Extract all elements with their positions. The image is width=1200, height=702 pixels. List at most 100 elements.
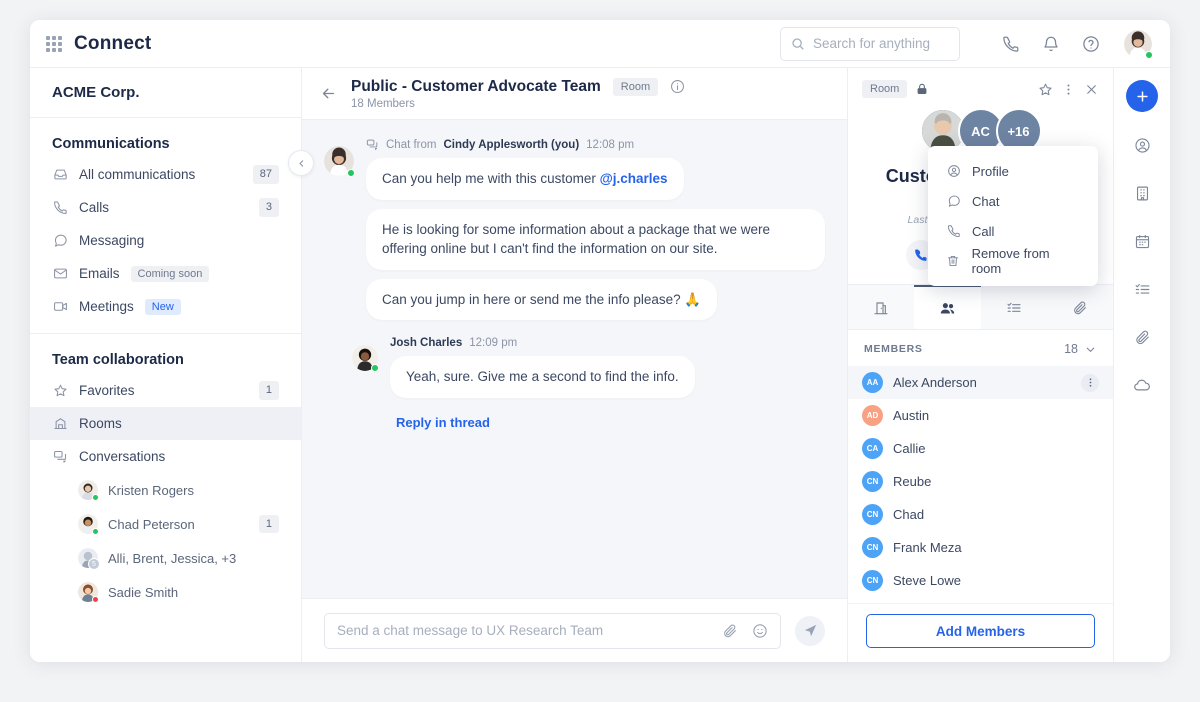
status-dot: [1145, 50, 1153, 59]
member-name: Reube: [893, 474, 932, 489]
menu-item-call[interactable]: Call: [928, 216, 1098, 246]
conversations-icon: [52, 449, 68, 464]
chevron-down-icon[interactable]: [1084, 343, 1097, 356]
list-item[interactable]: Sadie Smith: [30, 575, 301, 609]
star-icon: [52, 383, 68, 398]
rail-add-button[interactable]: [1126, 80, 1158, 112]
mention-link[interactable]: @j.charles: [600, 171, 668, 186]
close-icon[interactable]: [1084, 82, 1099, 97]
add-members-button[interactable]: Add Members: [866, 614, 1095, 648]
reply-in-thread-link[interactable]: Reply in thread: [396, 415, 825, 430]
user-avatar[interactable]: [1124, 29, 1153, 59]
message-prefix: Chat from: [386, 138, 437, 151]
avatar-initials: CA: [862, 438, 883, 459]
sidebar-section-communications: Communications All communications 87 Cal…: [30, 118, 301, 334]
sidebar-item-label: All communications: [79, 167, 196, 182]
envelope-icon: [52, 266, 68, 281]
sidebar-item-conversations[interactable]: Conversations: [30, 440, 301, 473]
message-author: Cindy Applesworth (you): [443, 138, 580, 151]
sidebar-item-emails[interactable]: Emails Coming soon: [30, 257, 301, 290]
list-item[interactable]: CN Reube: [848, 465, 1113, 498]
rail-files[interactable]: [1127, 322, 1157, 352]
star-icon[interactable]: [1038, 82, 1053, 97]
sidebar-collapse-button[interactable]: [288, 150, 314, 176]
rail-company[interactable]: [1127, 178, 1157, 208]
sidebar-item-rooms[interactable]: Rooms: [30, 407, 301, 440]
list-item[interactable]: CA Callie: [848, 432, 1113, 465]
video-camera-icon: [52, 299, 68, 314]
sidebar-item-favorites[interactable]: Favorites 1: [30, 374, 301, 407]
tab-room[interactable]: [848, 285, 914, 329]
message-text: Can you help me with this customer: [382, 171, 600, 186]
chat-subtitle: 18 Members: [351, 97, 415, 110]
info-circle-icon[interactable]: [670, 79, 685, 94]
sidebar-item-label: Emails: [79, 266, 120, 281]
paperclip-icon[interactable]: [722, 623, 738, 639]
unread-badge: 1: [258, 514, 279, 534]
member-name: Alex Anderson: [893, 375, 977, 390]
arrow-left-icon[interactable]: [320, 85, 337, 102]
members-list: AA Alex Anderson AD Austin CA Callie CN …: [848, 366, 1113, 603]
phone-icon[interactable]: [994, 27, 1028, 61]
menu-item-profile[interactable]: Profile: [928, 156, 1098, 186]
sidebar-item-calls[interactable]: Calls 3: [30, 191, 301, 224]
search-placeholder: Search for anything: [813, 36, 931, 51]
list-item[interactable]: CN Frank Meza: [848, 531, 1113, 564]
member-name: Chad: [893, 507, 925, 522]
message-meta: Josh Charles 12:09 pm: [390, 337, 825, 349]
members-header-label: MEMBERS: [864, 343, 923, 355]
help-circle-icon[interactable]: [1074, 27, 1108, 61]
sidebar-item-meetings[interactable]: Meetings New: [30, 290, 301, 323]
avatar: [78, 514, 99, 535]
sidebar-item-label: Messaging: [79, 233, 145, 248]
menu-item-remove-from-room[interactable]: Remove from room: [928, 246, 1098, 276]
search-input[interactable]: Search for anything: [780, 26, 960, 61]
status-dot: [92, 596, 99, 603]
rail-cloud[interactable]: [1127, 370, 1157, 400]
list-item-label: Alli, Brent, Jessica, +3: [108, 550, 237, 566]
detail-top-bar: Room: [848, 68, 1113, 98]
list-item[interactable]: AD Austin: [848, 399, 1113, 432]
message-input[interactable]: Send a chat message to UX Research Team: [324, 612, 781, 649]
rail-contacts[interactable]: [1127, 130, 1157, 160]
list-item[interactable]: Kristen Rogers: [30, 473, 301, 507]
inbox-icon: [52, 167, 68, 182]
section-title-team-collaboration: Team collaboration: [52, 352, 184, 368]
member-name: Frank Meza: [893, 540, 962, 555]
smiley-icon[interactable]: [752, 623, 768, 639]
list-item[interactable]: CN Chad: [848, 498, 1113, 531]
detail-panel: Room AC +16 Last MEMBERS 18 AA Alex Ande…: [848, 68, 1114, 662]
message-time: 12:09 pm: [469, 337, 518, 350]
sidebar-item-all-communications[interactable]: All communications 87: [30, 158, 301, 191]
message-input-placeholder: Send a chat message to UX Research Team: [337, 623, 604, 638]
menu-item-chat[interactable]: Chat: [928, 186, 1098, 216]
message-author: Josh Charles: [390, 337, 463, 350]
more-vertical-icon[interactable]: [1081, 373, 1099, 392]
member-name: Callie: [893, 441, 926, 456]
tab-tasks[interactable]: [981, 285, 1047, 329]
list-item[interactable]: Chad Peterson 1: [30, 507, 301, 541]
tab-files[interactable]: [1047, 285, 1113, 329]
list-item[interactable]: 5 Alli, Brent, Jessica, +3: [30, 541, 301, 575]
rail-calendar[interactable]: [1127, 226, 1157, 256]
list-item[interactable]: AA Alex Anderson: [848, 366, 1113, 399]
rail-tasks[interactable]: [1127, 274, 1157, 304]
send-button[interactable]: [795, 615, 825, 646]
more-vertical-icon[interactable]: [1061, 82, 1076, 97]
avatar: [78, 582, 99, 603]
sidebar-item-messaging[interactable]: Messaging: [30, 224, 301, 257]
members-header: MEMBERS 18: [848, 330, 1113, 366]
sidebar-section-team-collaboration: Team collaboration Favorites 1 Rooms Con…: [30, 334, 301, 619]
menu-item-label: Call: [972, 223, 995, 239]
message-list: Chat from Cindy Applesworth (you) 12:08 …: [302, 120, 847, 598]
tab-members[interactable]: [914, 285, 981, 329]
grid-apps-icon[interactable]: [46, 35, 62, 52]
sidebar-badge: 87: [252, 165, 279, 184]
search-icon: [791, 37, 805, 51]
avatar: [352, 345, 379, 373]
message-time: 12:08 pm: [586, 138, 635, 151]
list-item[interactable]: CN Steve Lowe: [848, 564, 1113, 597]
new-tag: New: [144, 298, 181, 315]
message-bubble: He is looking for some information about…: [366, 208, 825, 270]
bell-icon[interactable]: [1034, 27, 1068, 61]
